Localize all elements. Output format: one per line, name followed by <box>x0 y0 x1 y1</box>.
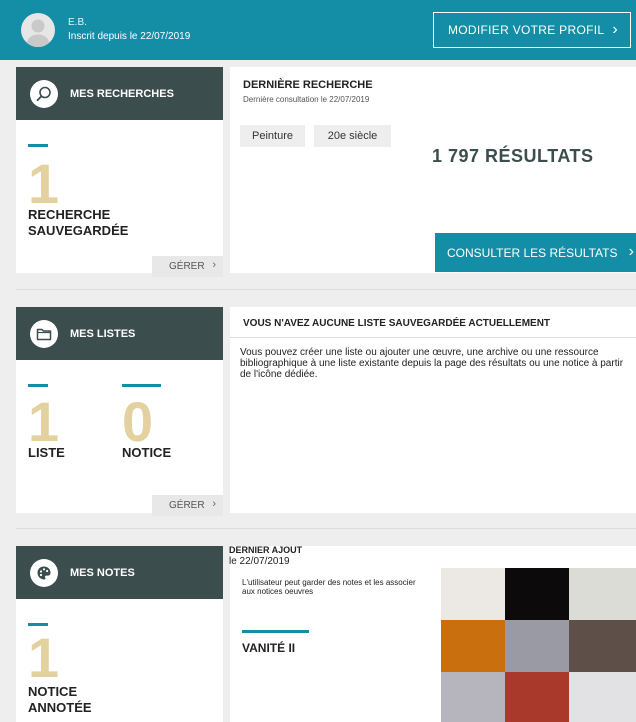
lists-count-label: LISTE <box>28 445 65 460</box>
notices-count: 0 <box>122 390 154 453</box>
artwork-tile <box>569 672 636 722</box>
searches-summary-card: MES RECHERCHES 1 RECHERCHE SAUVEGARDÉE G… <box>16 67 223 277</box>
edit-profile-label: MODIFIER VOTRE PROFIL <box>448 23 605 37</box>
lists-section-label: MES LISTES <box>70 327 136 340</box>
empty-lists-panel: VOUS N'AVEZ AUCUNE LISTE SAUVEGARDÉE ACT… <box>230 307 636 513</box>
annotated-notices-label-1: NOTICE <box>28 684 78 699</box>
user-registration-date: Inscrit depuis le 22/07/2019 <box>68 31 191 42</box>
last-search-title: DERNIÈRE RECHERCHE <box>243 79 373 91</box>
section-divider <box>16 289 636 290</box>
empty-lists-text: Vous pouvez créer une liste ou ajouter u… <box>240 347 624 380</box>
results-count: 1 797 RÉSULTATS <box>432 146 594 166</box>
stat-accent-line <box>242 630 309 633</box>
manage-searches-button[interactable]: GÉRER › <box>152 256 223 277</box>
edit-profile-button[interactable]: MODIFIER VOTRE PROFIL › <box>433 12 631 48</box>
notes-section-header[interactable]: MES NOTES <box>16 546 223 599</box>
saved-searches-label-1: RECHERCHE <box>28 207 111 222</box>
manage-lists-label: GÉRER <box>169 500 205 511</box>
search-tag[interactable]: 20e siècle <box>314 125 391 147</box>
empty-lists-title: VOUS N'AVEZ AUCUNE LISTE SAUVEGARDÉE ACT… <box>243 318 551 329</box>
artwork-tile <box>441 672 505 722</box>
last-search-panel: DERNIÈRE RECHERCHE Dernière consultation… <box>230 67 636 273</box>
search-icon <box>30 79 58 108</box>
artwork-title[interactable]: VANITÉ II <box>242 640 295 656</box>
search-tag[interactable]: Peinture <box>240 125 305 147</box>
last-note-title: DERNIER AJOUT <box>229 545 303 555</box>
notes-summary-card: MES NOTES 1 NOTICE ANNOTÉE <box>16 546 223 722</box>
chevron-right-icon: › <box>628 243 634 260</box>
user-avatar-icon <box>21 13 55 47</box>
consult-results-label: CONSULTER LES RÉSULTATS <box>447 245 618 260</box>
artwork-tile <box>569 620 636 672</box>
saved-searches-count: 1 <box>28 152 60 215</box>
lists-section-header[interactable]: MES LISTES <box>16 307 223 360</box>
searches-section-label: MES RECHERCHES <box>70 87 174 100</box>
artwork-tile <box>505 620 569 672</box>
artwork-tile <box>505 568 569 620</box>
annotated-notices-count: 1 <box>28 626 60 689</box>
notes-section-label: MES NOTES <box>70 566 135 579</box>
chevron-right-icon: › <box>212 498 216 510</box>
artwork-thumbnail[interactable] <box>441 568 636 722</box>
last-note-date: le 22/07/2019 <box>229 556 290 567</box>
user-silhouette <box>27 19 49 47</box>
manage-searches-label: GÉRER <box>169 261 205 272</box>
searches-section-header[interactable]: MES RECHERCHES <box>16 67 223 120</box>
stat-accent-line <box>122 384 161 387</box>
stat-accent-line <box>28 384 48 387</box>
lists-count: 1 <box>28 390 60 453</box>
artwork-tile <box>441 568 505 620</box>
chevron-right-icon: › <box>212 259 216 271</box>
user-name: E.B. <box>68 17 87 28</box>
artwork-tile <box>505 672 569 722</box>
artwork-tile <box>569 568 636 620</box>
profile-header-bar: E.B. Inscrit depuis le 22/07/2019 MODIFI… <box>0 0 636 60</box>
stat-accent-line <box>28 144 48 147</box>
lists-summary-card: MES LISTES 1 LISTE 0 NOTICE GÉRER › <box>16 307 223 516</box>
palette-icon <box>30 558 58 587</box>
chevron-right-icon: › <box>612 21 618 38</box>
notices-count-label: NOTICE <box>122 445 172 460</box>
annotated-notices-label-2: ANNOTÉE <box>28 700 92 715</box>
panel-divider <box>230 337 636 338</box>
note-text: L'utilisateur peut garder des notes et l… <box>242 578 416 596</box>
last-search-date: Dernière consultation le 22/07/2019 <box>243 95 370 104</box>
saved-searches-label-2: SAUVEGARDÉE <box>28 223 129 238</box>
section-divider <box>16 528 636 529</box>
manage-lists-button[interactable]: GÉRER › <box>152 495 223 516</box>
artwork-tile <box>441 620 505 672</box>
consult-results-button[interactable]: CONSULTER LES RÉSULTATS › <box>435 233 636 272</box>
folder-icon <box>30 319 58 348</box>
